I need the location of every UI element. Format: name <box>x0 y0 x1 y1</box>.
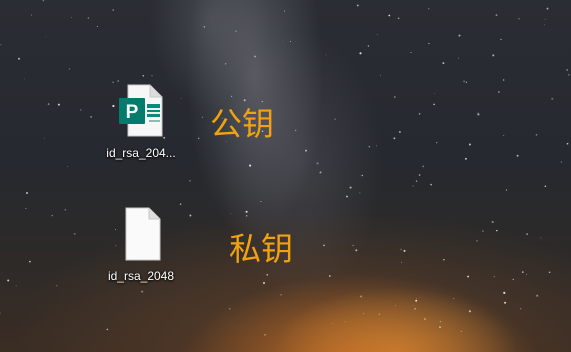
publisher-letter: P <box>126 102 139 123</box>
desktop-file-private-key[interactable]: id_rsa_2048 <box>91 206 191 284</box>
blank-file-icon <box>125 207 161 261</box>
public-key-annotation: 公钥 <box>210 105 275 143</box>
file-label: id_rsa_2048 <box>107 269 175 283</box>
desktop-file-public-key[interactable]: P id_rsa_204... <box>91 83 191 161</box>
private-key-annotation: 私钥 <box>229 230 294 268</box>
desktop: P id_rsa_204... id_rsa_2048 公钥 私钥 <box>0 0 571 352</box>
publisher-file-icon: P <box>119 84 163 137</box>
file-label: id_rsa_204... <box>106 146 176 160</box>
